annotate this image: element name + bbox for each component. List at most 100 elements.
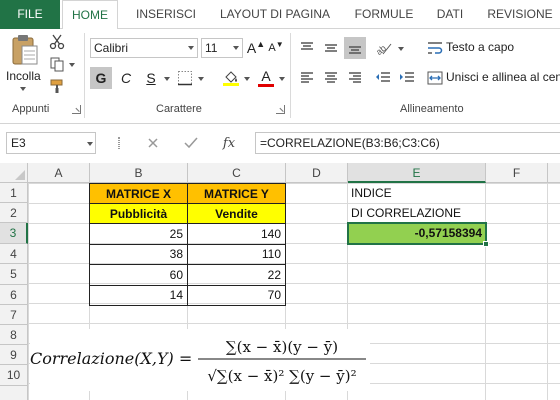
- grow-font-button[interactable]: A ▲: [247, 38, 265, 58]
- tab-dati[interactable]: DATI: [428, 0, 472, 29]
- align-bottom-button[interactable]: [344, 37, 366, 59]
- cell-c3[interactable]: 140: [187, 223, 286, 245]
- row-header-8[interactable]: 8: [0, 325, 28, 345]
- underline-button[interactable]: S: [140, 67, 162, 89]
- wrap-text-icon: [426, 39, 444, 57]
- align-left-button[interactable]: [296, 67, 318, 89]
- align-center-button[interactable]: [320, 67, 342, 89]
- fill-color-button[interactable]: [220, 67, 242, 89]
- align-center-icon: [325, 72, 337, 83]
- merge-center-button[interactable]: Unisci e allinea al centro: [446, 70, 560, 84]
- font-name-select[interactable]: Calibri: [90, 38, 198, 58]
- copy-dropdown-icon[interactable]: [69, 63, 75, 67]
- tab-formule[interactable]: FORMULE: [345, 0, 423, 29]
- tab-revisione[interactable]: REVISIONE: [480, 0, 560, 29]
- row-header-4[interactable]: 4: [0, 244, 28, 264]
- font-launcher-icon[interactable]: [276, 105, 285, 114]
- underline-icon: S: [146, 70, 156, 86]
- fill-color-dropdown-icon[interactable]: [244, 77, 250, 81]
- decrease-indent-button[interactable]: [372, 67, 394, 89]
- chevron-down-icon: [230, 39, 242, 57]
- row-header-10[interactable]: 10: [0, 365, 28, 386]
- fill-handle[interactable]: [483, 241, 489, 247]
- cell-b6[interactable]: 14: [89, 285, 188, 306]
- formula-input[interactable]: =CORRELAZIONE(B3:B6;C3:C6): [255, 132, 560, 154]
- column-header-e[interactable]: E: [348, 163, 486, 183]
- cell-c2[interactable]: Vendite: [187, 203, 286, 224]
- copy-button[interactable]: [48, 55, 66, 73]
- format-painter-button[interactable]: [48, 77, 66, 95]
- cell-b5[interactable]: 60: [89, 264, 188, 286]
- paste-dropdown-icon[interactable]: [20, 87, 26, 91]
- cell-e1[interactable]: INDICE: [351, 183, 485, 203]
- tab-inserisci[interactable]: INSERISCI: [128, 0, 204, 29]
- wrap-text-button[interactable]: Testo a capo: [446, 40, 514, 54]
- gridline: [485, 183, 486, 400]
- align-middle-button[interactable]: [320, 37, 342, 59]
- formula-bar-grip[interactable]: [118, 137, 120, 149]
- active-cell-border: [347, 222, 487, 245]
- column-header-b[interactable]: B: [90, 163, 188, 183]
- borders-dropdown-icon[interactable]: [198, 77, 204, 81]
- column-header-c[interactable]: C: [188, 163, 286, 183]
- font-group-label: Carattere: [156, 103, 202, 115]
- font-color-button[interactable]: A: [255, 65, 277, 89]
- cell-c5[interactable]: 22: [187, 264, 286, 286]
- row-header-1[interactable]: 1: [0, 183, 28, 203]
- checkmark-icon: [184, 137, 198, 149]
- row-header-5[interactable]: 5: [0, 264, 28, 285]
- clipboard-group-label: Appunti: [12, 103, 50, 115]
- cell-c4[interactable]: 110: [187, 244, 286, 265]
- tab-home[interactable]: HOME: [62, 0, 118, 30]
- underline-dropdown-icon[interactable]: [164, 77, 170, 81]
- font-size-select[interactable]: 11: [201, 38, 243, 58]
- clipboard-launcher-icon[interactable]: [72, 105, 81, 114]
- orientation-button[interactable]: ab: [372, 37, 396, 59]
- row-header-2[interactable]: 2: [0, 203, 28, 223]
- borders-icon: [178, 71, 192, 86]
- cancel-entry-button[interactable]: [142, 133, 164, 153]
- group-divider: [290, 33, 291, 118]
- select-all-button[interactable]: [0, 163, 28, 183]
- formula-numerator: ∑(x − x̄)(y − ȳ): [226, 338, 338, 356]
- column-header-f[interactable]: F: [486, 163, 548, 183]
- increase-indent-button[interactable]: [396, 67, 418, 89]
- row-header-3[interactable]: 3: [0, 223, 28, 244]
- paste-label[interactable]: Incolla: [6, 69, 41, 83]
- insert-function-button[interactable]: fx: [218, 133, 240, 153]
- orientation-dropdown-icon[interactable]: [398, 47, 404, 51]
- correlation-formula-image[interactable]: Correlazione(X,Y) = ∑(x − x̄)(y − ȳ) √∑(…: [30, 329, 370, 391]
- cell-b2[interactable]: Pubblicità: [89, 203, 188, 224]
- tab-file[interactable]: FILE: [0, 0, 60, 29]
- column-header-d[interactable]: D: [286, 163, 348, 183]
- row-header-11[interactable]: [0, 386, 28, 400]
- borders-button[interactable]: [174, 67, 196, 89]
- align-left-icon: [301, 72, 313, 83]
- cell-e2[interactable]: DI CORRELAZIONE: [351, 203, 485, 223]
- confirm-entry-button[interactable]: [180, 133, 202, 153]
- formula-bar: E3 fx =CORRELAZIONE(B3:B6;C3:C6): [0, 130, 560, 156]
- shrink-font-button[interactable]: A ▼: [268, 38, 284, 58]
- cell-c1[interactable]: MATRICE Y: [187, 183, 286, 204]
- bold-button[interactable]: G: [90, 67, 112, 89]
- cell-c6[interactable]: 70: [187, 285, 286, 306]
- align-top-button[interactable]: [296, 37, 318, 59]
- cell-b1[interactable]: MATRICE X: [89, 183, 188, 204]
- row-header-9[interactable]: 9: [0, 345, 28, 365]
- column-header-g[interactable]: [548, 163, 560, 183]
- font-name-value: Calibri: [94, 41, 129, 55]
- bold-icon: G: [95, 70, 107, 86]
- cut-button[interactable]: [48, 33, 66, 51]
- column-header-a[interactable]: A: [28, 163, 90, 183]
- paste-button[interactable]: [8, 33, 42, 67]
- font-color-dropdown-icon[interactable]: [279, 77, 285, 81]
- row-header-7[interactable]: 7: [0, 305, 28, 325]
- cell-b4[interactable]: 38: [89, 244, 188, 265]
- chevron-down-icon: [87, 142, 93, 146]
- italic-button[interactable]: C: [115, 67, 137, 89]
- cell-b3[interactable]: 25: [89, 223, 188, 245]
- row-header-6[interactable]: 6: [0, 285, 28, 305]
- align-right-button[interactable]: [344, 67, 366, 89]
- tab-layout-di-pagina[interactable]: LAYOUT DI PAGINA: [210, 0, 340, 29]
- name-box[interactable]: E3: [6, 132, 96, 154]
